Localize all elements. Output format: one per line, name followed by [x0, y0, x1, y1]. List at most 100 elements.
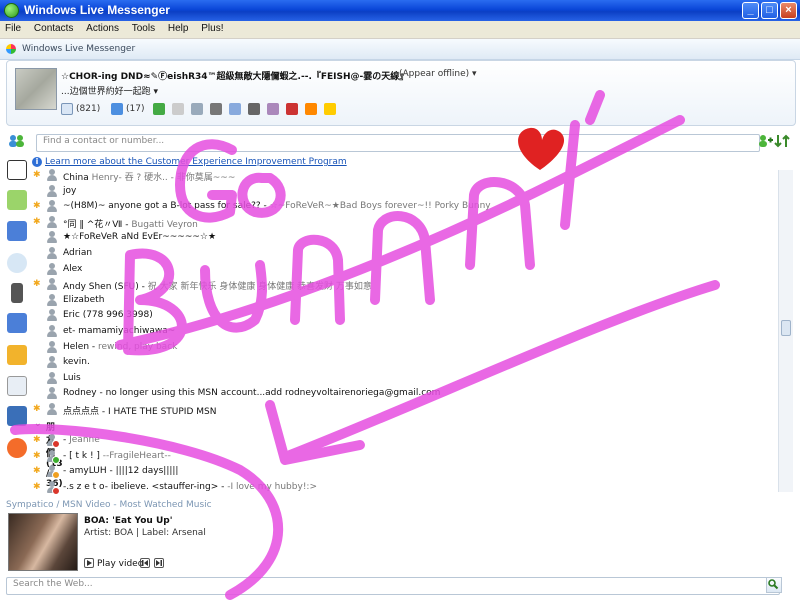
search-bar: Find a contact or number... — [0, 130, 800, 154]
bear-icon[interactable] — [324, 103, 336, 115]
list-item[interactable]: et- mamamiyachiwawa~ — [32, 324, 777, 339]
contact-display-name: China — [63, 173, 89, 183]
star-icon: ✱ — [33, 170, 41, 180]
buddy-icon — [46, 309, 57, 322]
buddy-icon — [46, 403, 57, 415]
status-selector[interactable]: (Appear offline) ▾ — [399, 69, 477, 79]
contact-personal-message: --FragileHeart-- — [99, 450, 171, 461]
list-item[interactable]: Elizabeth — [32, 293, 777, 308]
list-item[interactable]: ✱ - Jeanne — [32, 433, 777, 449]
info-link[interactable]: Learn more about the Customer Experience… — [45, 157, 347, 167]
close-button[interactable]: × — [780, 2, 797, 19]
paintbrush-icon[interactable] — [286, 103, 298, 115]
sort-icon[interactable] — [774, 134, 790, 148]
list-item[interactable]: ✱ - amyLUH - ||||12 days||||| — [32, 464, 777, 480]
phone-icon[interactable] — [229, 103, 241, 115]
list-item[interactable]: ★☆FoReVeR aNd EvEr~~~~~☆★ — [32, 230, 777, 245]
menu-tools[interactable]: Tools — [127, 21, 160, 34]
list-item[interactable]: Helen - rewind, play back — [32, 340, 777, 355]
windows-flag-icon[interactable] — [305, 103, 317, 115]
menu-actions[interactable]: Actions — [81, 21, 124, 34]
spaces-count[interactable]: (17) — [126, 104, 144, 114]
list-item[interactable]: Adrian — [32, 246, 777, 261]
spaces-icon[interactable] — [111, 103, 123, 115]
people-icon[interactable] — [8, 134, 26, 148]
contact-display-name: 点点点点 - I HATE THE STUPID MSN — [63, 407, 217, 417]
buddy-icon — [46, 434, 60, 449]
menu-contacts[interactable]: Contacts — [29, 21, 78, 34]
video-meta: Artist: BOA | Label: Arsenal — [84, 528, 206, 538]
mobile-icon[interactable] — [11, 283, 23, 303]
display-name[interactable]: ☆CHOR-ing DND≈✎ⒻeishR34™超級無敵大隱儞蝦之.--.『FE… — [61, 69, 408, 82]
list-item[interactable]: Eric (778 996 3998) — [32, 308, 777, 323]
buddy-icon — [46, 449, 60, 464]
video-thumbnail[interactable] — [8, 513, 78, 571]
contact-personal-message: Bugatti Veyron — [128, 219, 198, 230]
mail-icon[interactable] — [61, 103, 73, 115]
list-item[interactable]: ✱ - [ t k ! ] --FragileHeart-- — [32, 449, 777, 464]
arrow-icon[interactable] — [210, 103, 222, 115]
list-item[interactable]: Alex — [32, 262, 777, 277]
windows-flag-icon[interactable] — [7, 345, 27, 365]
games-icon[interactable] — [7, 438, 27, 458]
chart-icon[interactable] — [7, 376, 27, 396]
buddy-icon — [46, 262, 57, 275]
previous-icon[interactable] — [140, 558, 150, 568]
blocks-icon[interactable] — [267, 103, 279, 115]
mail-count[interactable]: (821) — [76, 104, 100, 114]
contacts-icon[interactable] — [191, 103, 203, 115]
buddy-icon — [46, 184, 57, 197]
search-input[interactable]: Find a contact or number... — [36, 134, 760, 152]
scrollbar[interactable] — [778, 170, 793, 492]
avatar[interactable] — [15, 68, 57, 110]
list-item[interactable]: joy — [32, 184, 777, 199]
list-item[interactable]: ✱ 点点点点 - I HATE THE STUPID MSN — [32, 402, 777, 417]
scrollbar-thumb[interactable] — [781, 320, 791, 336]
buddy-icon — [46, 371, 57, 384]
msn-icon[interactable] — [7, 406, 27, 426]
list-item[interactable]: ✱ ~(H8M)~ anyone got a B-lot pass for sal… — [32, 199, 777, 214]
minimize-button[interactable]: _ — [742, 2, 759, 19]
list-item[interactable]: Rodney - no longer using this MSN accoun… — [32, 386, 777, 401]
share-icon[interactable] — [153, 103, 165, 115]
contact-display-name: Helen - — [63, 341, 96, 352]
contact-display-name: - [ t k ! ] — [63, 450, 100, 461]
title-bar[interactable]: Windows Live Messenger _ □ × — [0, 0, 800, 21]
web-search-input[interactable]: Search the Web... — [6, 577, 780, 595]
jobs-icon[interactable] — [7, 190, 27, 210]
menu-plus[interactable]: Plus! — [196, 21, 228, 34]
play-icon[interactable] — [84, 558, 94, 568]
contact-personal-message: rewind, play back — [95, 341, 178, 352]
windows-icon[interactable] — [7, 253, 27, 273]
buddy-icon — [46, 356, 57, 369]
search-icon[interactable] — [766, 577, 782, 593]
play-video-button[interactable]: Play video — [97, 559, 143, 569]
list-item[interactable]: ✱ -.s z e t o- ibelieve. <stauffer-ing> -… — [32, 480, 777, 495]
tv-icon[interactable] — [248, 103, 260, 115]
video-title[interactable]: BOA: 'Eat You Up' — [84, 516, 172, 526]
personal-message-text: ...边個世界約好一起跑 — [61, 87, 151, 97]
next-icon[interactable] — [154, 558, 164, 568]
help-icon[interactable] — [7, 221, 27, 241]
menu-file[interactable]: File — [0, 21, 26, 34]
personal-message[interactable]: ...边個世界約好一起跑 ▾ — [61, 84, 158, 97]
list-item[interactable]: Luis — [32, 371, 777, 386]
menu-help[interactable]: Help — [163, 21, 194, 34]
card-icon[interactable] — [172, 103, 184, 115]
contact-display-name: ~(H8M)~ anyone got a B-lot pass for sale… — [63, 201, 267, 212]
question-icon[interactable] — [7, 313, 27, 333]
contact-name: ★☆FoReVeR aNd EvEr~~~~~☆★ — [63, 232, 216, 242]
list-item[interactable]: ✱ China Henry- 吞 ? 硬水.. - 非你莫属~~~ — [32, 168, 777, 183]
chevron-down-icon: ⌄ — [34, 418, 42, 429]
contact-personal-message: ☆~FoReVeR~★Bad Boys forever~!! Porky Bun… — [266, 201, 491, 212]
contact-display-name: Rodney - no longer using this MSN accoun… — [63, 388, 441, 399]
add-contact-icon[interactable] — [757, 134, 773, 148]
maximize-button[interactable]: □ — [761, 2, 778, 19]
buddy-icon — [46, 481, 60, 495]
profile-panel: ☆CHOR-ing DND≈✎ⒻeishR34™超級無敵大隱儞蝦之.--.『FE… — [6, 60, 796, 126]
list-item[interactable]: kevin. — [32, 355, 777, 370]
lambda-icon[interactable] — [7, 160, 27, 180]
list-item[interactable]: ✱ Andy Shen (SFU) - 祝 大家 新年快乐 身体健康 身体健康 恭… — [32, 277, 777, 292]
list-item[interactable]: ✱ °同 ‖ ^花〃Ⅶ - Bugatti Veyron — [32, 215, 777, 230]
video-header[interactable]: Sympatico / MSN Video - Most Watched Mus… — [6, 500, 212, 510]
